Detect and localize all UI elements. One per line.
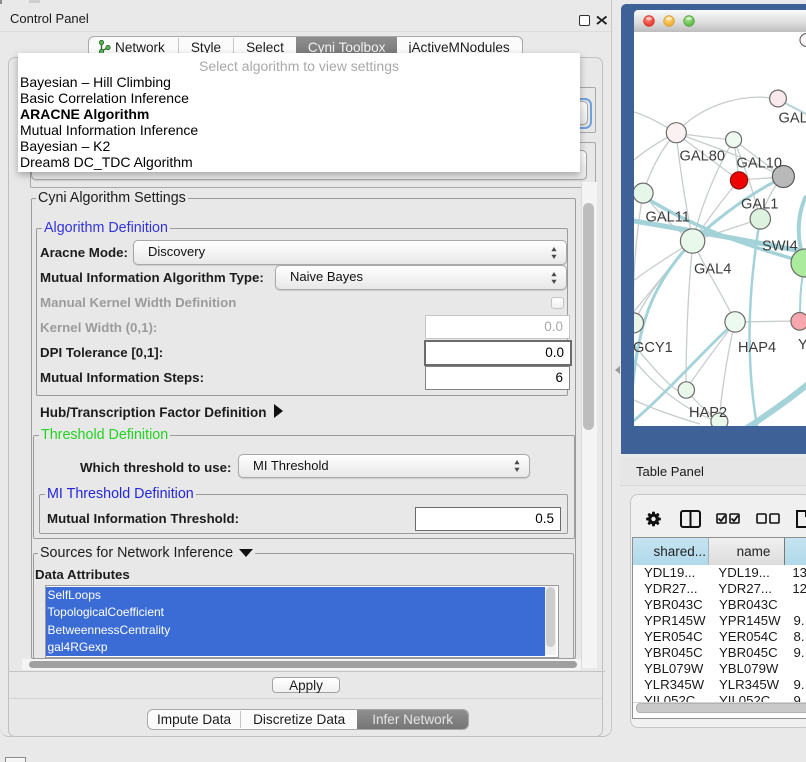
svg-text:GAL11: GAL11 bbox=[646, 210, 690, 226]
svg-text:SWI4: SWI4 bbox=[762, 239, 798, 255]
svg-text:GCY1: GCY1 bbox=[634, 340, 673, 356]
svg-text:GAL1: GAL1 bbox=[741, 197, 778, 213]
svg-text:GAL4: GAL4 bbox=[694, 262, 731, 278]
svg-text:GAL80: GAL80 bbox=[680, 149, 725, 165]
svg-text:HAP4: HAP4 bbox=[738, 340, 776, 356]
svg-text:YJ: YJ bbox=[798, 337, 806, 353]
svg-text:GAL10: GAL10 bbox=[737, 156, 782, 172]
svg-text:GAL2: GAL2 bbox=[779, 111, 806, 127]
svg-text:HAP2: HAP2 bbox=[689, 405, 727, 421]
